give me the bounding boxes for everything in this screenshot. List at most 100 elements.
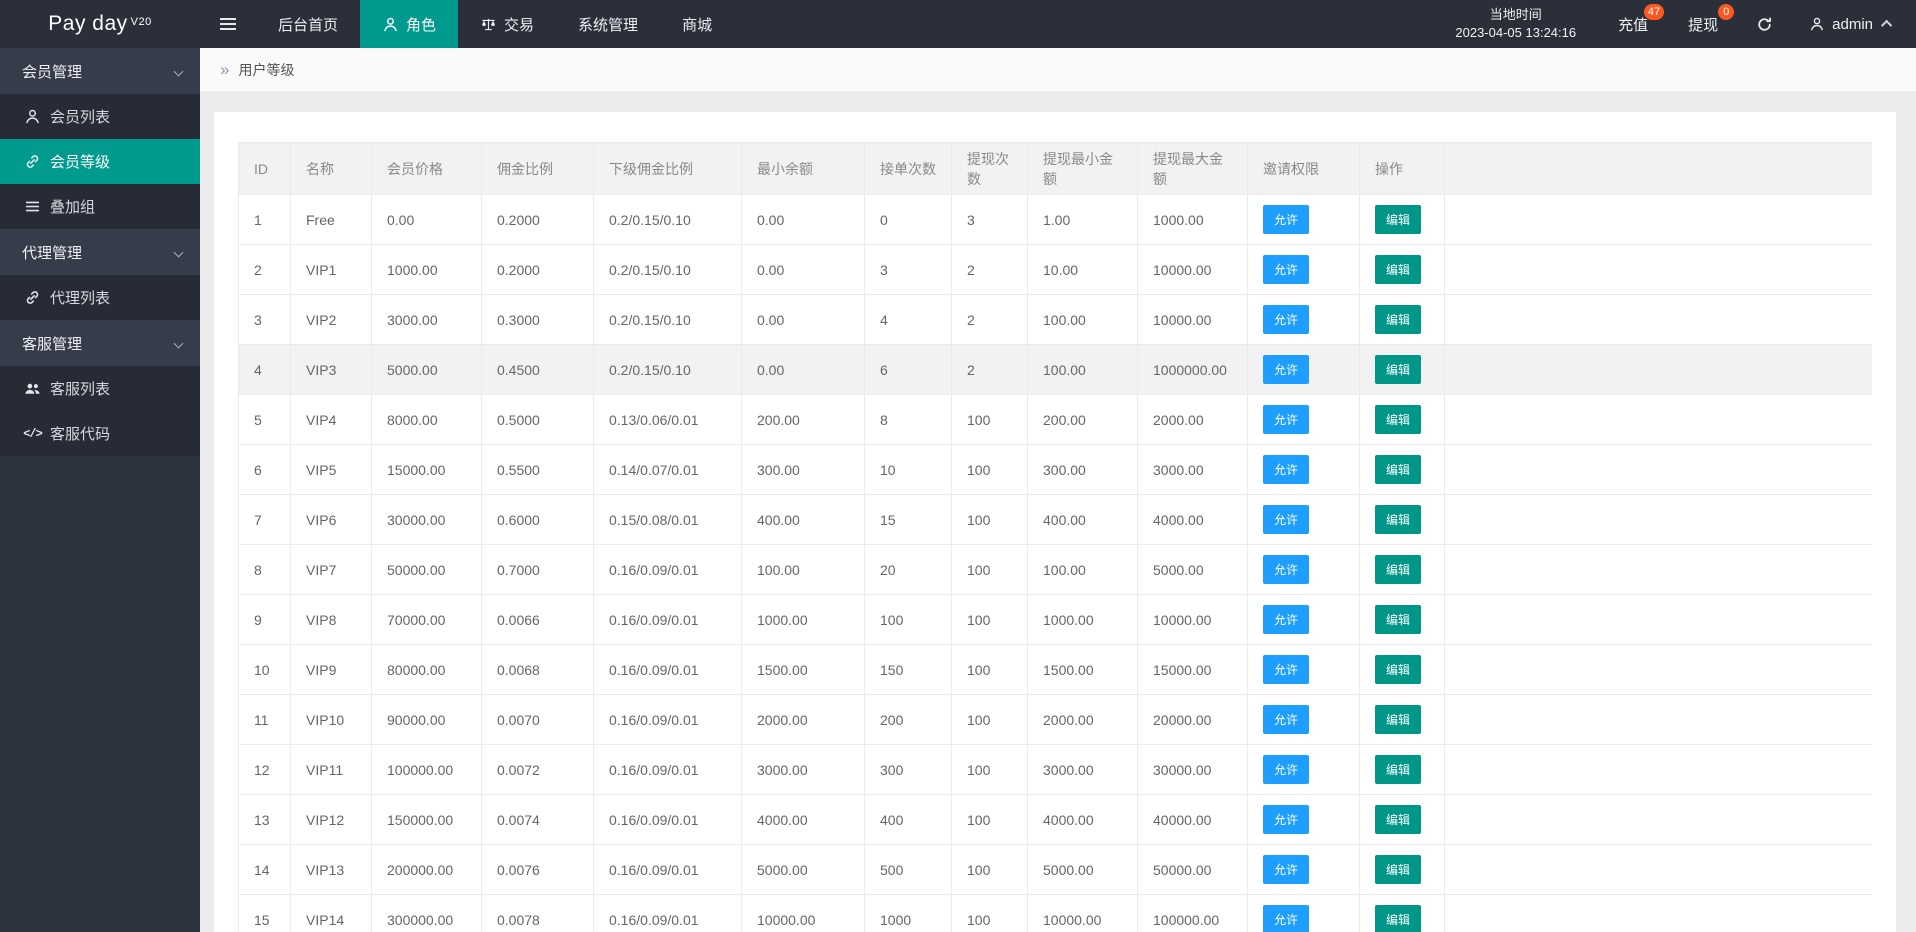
allow-button[interactable]: 允许 <box>1263 605 1310 634</box>
table-cell: 0.14/0.07/0.01 <box>593 444 742 495</box>
topnav-item-role[interactable]: 角色 <box>360 0 459 48</box>
action-cell: 编辑 <box>1359 494 1445 545</box>
allow-button[interactable]: 允许 <box>1263 555 1310 584</box>
invite-permission-cell: 允许 <box>1247 694 1360 745</box>
topnav-item-label: 交易 <box>504 16 535 34</box>
edit-button[interactable]: 编辑 <box>1375 805 1422 834</box>
sidebar-item-member-list[interactable]: 会员列表 <box>0 94 200 139</box>
topnav-item-system[interactable]: 系统管理 <box>556 0 660 48</box>
allow-button[interactable]: 允许 <box>1263 355 1310 384</box>
invite-permission-cell: 允许 <box>1247 744 1360 795</box>
allow-button[interactable]: 允许 <box>1263 455 1310 484</box>
edit-button[interactable]: 编辑 <box>1375 605 1422 634</box>
allow-button[interactable]: 允许 <box>1263 805 1310 834</box>
edit-button[interactable]: 编辑 <box>1375 505 1422 534</box>
table-cell: 100.00 <box>1027 544 1138 595</box>
action-cell: 编辑 <box>1359 244 1445 295</box>
action-cell: 编辑 <box>1359 294 1445 345</box>
table-cell: 4 <box>238 344 291 395</box>
allow-button[interactable]: 允许 <box>1263 255 1310 284</box>
allow-button[interactable]: 允许 <box>1263 305 1310 334</box>
allow-button[interactable]: 允许 <box>1263 655 1310 684</box>
table-cell: 7 <box>238 494 291 545</box>
table-cell: 0.2/0.15/0.10 <box>593 194 742 245</box>
app-logo-text: Pay day <box>48 12 128 35</box>
table-cell: 3000.00 <box>371 294 482 345</box>
table-cell: 100000.00 <box>371 744 482 795</box>
sidebar-group-service-management[interactable]: 客服管理 <box>0 320 200 366</box>
table-cell: 300 <box>864 744 952 795</box>
sidebar-group-member-management[interactable]: 会员管理 <box>0 48 200 94</box>
sidebar-item-overlay-group[interactable]: 叠加组 <box>0 184 200 229</box>
edit-button[interactable]: 编辑 <box>1375 555 1422 584</box>
table-cell: Free <box>290 194 372 245</box>
allow-button[interactable]: 允许 <box>1263 905 1310 932</box>
table-cell: 0.6000 <box>481 494 594 545</box>
table-cell: 5000.00 <box>1137 544 1248 595</box>
table-cell: 0.16/0.09/0.01 <box>593 544 742 595</box>
action-cell: 编辑 <box>1359 544 1445 595</box>
column-header: ID <box>238 142 291 195</box>
username: admin <box>1832 15 1873 33</box>
table-cell: 0.00 <box>741 294 865 345</box>
recharge-button[interactable]: 充值 47 <box>1598 0 1668 48</box>
sidebar-item-member-level[interactable]: 会员等级 <box>0 139 200 184</box>
edit-button[interactable]: 编辑 <box>1375 455 1422 484</box>
table-row: 14 VIP13 200000.00 0.0076 0.16/0.09/0.01 5000… <box>238 844 1872 895</box>
table-cell: 1000.00 <box>1137 194 1248 245</box>
user-menu[interactable]: admin <box>1791 0 1916 48</box>
table-cell: 100 <box>951 744 1028 795</box>
topnav-item-mall[interactable]: 商城 <box>660 0 734 48</box>
allow-button[interactable]: 允许 <box>1263 855 1310 884</box>
table-cell: VIP1 <box>290 244 372 295</box>
user-icon <box>1809 16 1825 32</box>
edit-button[interactable]: 编辑 <box>1375 305 1422 334</box>
table-cell: 0.0072 <box>481 744 594 795</box>
sidebar-item-service-list[interactable]: 客服列表 <box>0 366 200 411</box>
table-cell: 100 <box>951 594 1028 645</box>
topnav-item-label: 后台首页 <box>278 16 339 34</box>
topnav-item-home[interactable]: 后台首页 <box>256 0 360 48</box>
column-header-filler <box>1444 142 1872 195</box>
table-cell: 0.2000 <box>481 194 594 245</box>
table-row: 1 Free 0.00 0.2000 0.2/0.15/0.10 0.00 0 3 1.00 10… <box>238 194 1872 245</box>
table-cell: 0.2/0.15/0.10 <box>593 244 742 295</box>
allow-button[interactable]: 允许 <box>1263 505 1310 534</box>
table-body: 1 Free 0.00 0.2000 0.2/0.15/0.10 0.00 0 3 1.00 10… <box>238 194 1872 932</box>
refresh-icon[interactable] <box>1738 0 1791 48</box>
table-cell: 10000.00 <box>1137 294 1248 345</box>
table-cell: 0.15/0.08/0.01 <box>593 494 742 545</box>
edit-button[interactable]: 编辑 <box>1375 905 1422 932</box>
edit-button[interactable]: 编辑 <box>1375 255 1422 284</box>
row-filler-cell <box>1444 544 1872 595</box>
sidebar-item-service-code[interactable]: </> 客服代码 <box>0 411 200 456</box>
menu-collapse-icon[interactable] <box>200 0 256 48</box>
topnav-item-trade[interactable]: 交易 <box>458 0 556 48</box>
invite-permission-cell: 允许 <box>1247 394 1360 445</box>
edit-button[interactable]: 编辑 <box>1375 855 1422 884</box>
table-cell: VIP12 <box>290 794 372 845</box>
edit-button[interactable]: 编辑 <box>1375 355 1422 384</box>
edit-button[interactable]: 编辑 <box>1375 655 1422 684</box>
column-header: 最小余额 <box>741 142 865 195</box>
table-cell: 1500.00 <box>741 644 865 695</box>
table-cell: 100 <box>864 594 952 645</box>
table-cell: 10000.00 <box>1027 894 1138 932</box>
sidebar-item-agent-list[interactable]: 代理列表 <box>0 275 200 320</box>
allow-button[interactable]: 允许 <box>1263 405 1310 434</box>
edit-button[interactable]: 编辑 <box>1375 705 1422 734</box>
edit-button[interactable]: 编辑 <box>1375 205 1422 234</box>
withdraw-button[interactable]: 提现 0 <box>1668 0 1738 48</box>
allow-button[interactable]: 允许 <box>1263 205 1310 234</box>
table-cell: 100 <box>951 394 1028 445</box>
sidebar-group-agent-management[interactable]: 代理管理 <box>0 229 200 275</box>
edit-button[interactable]: 编辑 <box>1375 405 1422 434</box>
table-cell: 50000.00 <box>1137 844 1248 895</box>
table-cell: 15000.00 <box>1137 644 1248 695</box>
table-cell: 0.0068 <box>481 644 594 695</box>
edit-button[interactable]: 编辑 <box>1375 755 1422 784</box>
allow-button[interactable]: 允许 <box>1263 755 1310 784</box>
column-header: 下级佣金比例 <box>593 142 742 195</box>
breadcrumb-arrows-icon: » <box>220 59 230 79</box>
allow-button[interactable]: 允许 <box>1263 705 1310 734</box>
